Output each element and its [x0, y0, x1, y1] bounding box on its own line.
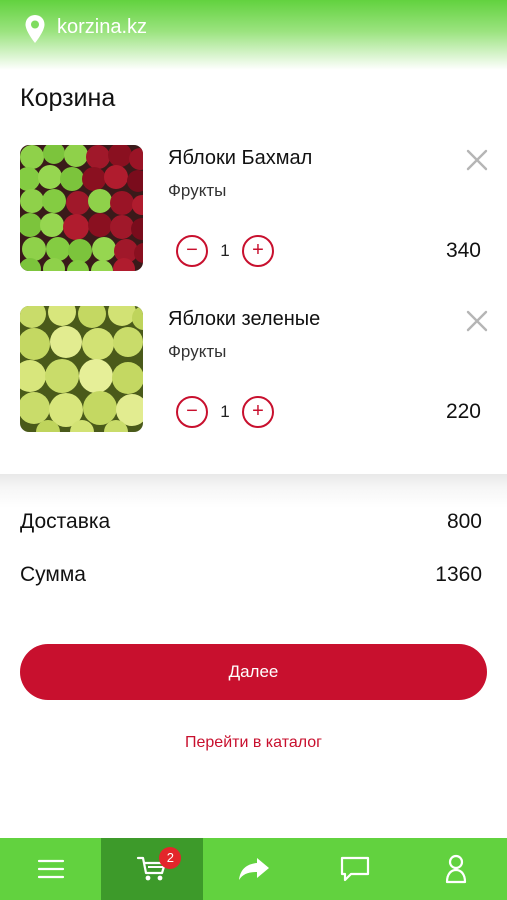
nav-profile[interactable]	[406, 838, 507, 900]
decrease-quantity-button[interactable]: −	[176, 396, 208, 428]
top-bar: korzina.kz	[0, 0, 507, 70]
quantity-value: 1	[220, 241, 230, 260]
cart-count-badge: 2	[159, 847, 182, 869]
close-icon[interactable]	[464, 147, 490, 173]
cart-item: Яблоки зеленые Фрукты − 1 + 220	[0, 306, 507, 446]
page-title: Корзина	[20, 84, 116, 112]
profile-icon	[446, 854, 467, 884]
increase-quantity-button[interactable]: +	[242, 235, 274, 267]
close-icon[interactable]	[464, 308, 490, 334]
total-label: Сумма	[20, 563, 86, 586]
delivery-label: Доставка	[20, 510, 111, 533]
next-button[interactable]: Далее	[20, 644, 487, 700]
total-row: Сумма 1360	[20, 563, 482, 587]
delivery-value: 800	[446, 510, 482, 533]
nav-cart[interactable]: 2	[101, 838, 203, 900]
decrease-quantity-button[interactable]: −	[176, 235, 208, 267]
location-pin-icon[interactable]	[24, 14, 46, 44]
product-category: Фрукты	[168, 342, 227, 361]
total-value: 1360	[435, 563, 482, 586]
product-image-green-apples[interactable]	[20, 306, 143, 432]
nav-menu[interactable]	[0, 838, 101, 900]
product-price: 340	[445, 239, 481, 262]
go-to-catalog-link[interactable]: Перейти в каталог	[0, 734, 507, 752]
product-image-red-green-apples[interactable]	[20, 145, 143, 271]
share-arrow-icon	[238, 858, 269, 880]
section-divider	[0, 474, 507, 508]
product-name[interactable]: Яблоки Бахмал	[168, 147, 312, 170]
chat-icon	[340, 856, 370, 882]
nav-chat[interactable]	[304, 838, 405, 900]
delivery-row: Доставка 800	[20, 510, 482, 534]
cart-item: Яблоки Бахмал Фрукты − 1 + 340	[0, 145, 507, 285]
nav-share[interactable]	[203, 838, 304, 900]
menu-icon	[37, 859, 64, 879]
product-price: 220	[445, 400, 481, 423]
quantity-value: 1	[220, 402, 230, 421]
product-category: Фрукты	[168, 181, 227, 200]
bottom-nav: 2	[0, 838, 507, 900]
product-name[interactable]: Яблоки зеленые	[168, 308, 320, 331]
site-name[interactable]: korzina.kz	[57, 16, 147, 39]
increase-quantity-button[interactable]: +	[242, 396, 274, 428]
